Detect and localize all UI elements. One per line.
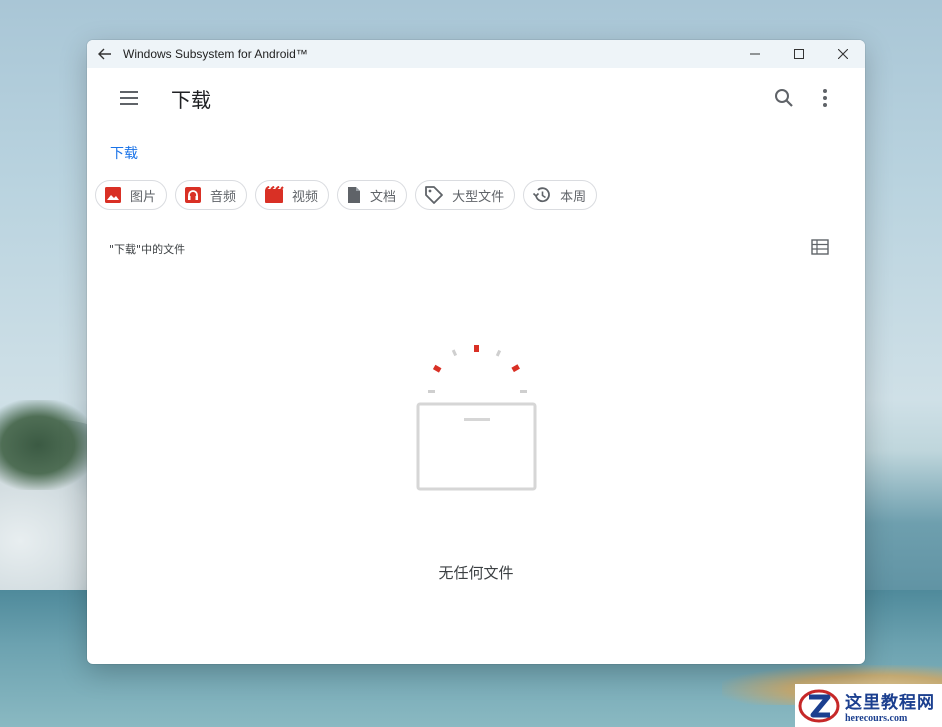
history-icon — [533, 187, 550, 203]
app-window: Windows Subsystem for Android™ 下载 下载 图片 — [87, 40, 865, 664]
page-title: 下载 — [171, 88, 211, 112]
watermark-logo-icon — [798, 689, 840, 722]
chip-label: 文档 — [370, 189, 397, 205]
desktop-trees — [0, 400, 95, 490]
section-title: "下载"中的文件 — [109, 243, 186, 256]
tag-icon — [425, 186, 443, 204]
headphones-icon — [185, 187, 202, 203]
chip-video[interactable]: 视频 — [255, 180, 330, 210]
movie-icon — [265, 186, 284, 203]
back-arrow-icon[interactable] — [87, 40, 123, 68]
breadcrumb[interactable]: 下载 — [110, 143, 138, 163]
chip-label: 音频 — [210, 189, 237, 205]
chip-images[interactable]: 图片 — [95, 180, 168, 210]
minimize-button[interactable] — [733, 40, 777, 68]
document-icon — [348, 187, 361, 203]
more-options-icon[interactable] — [815, 84, 835, 112]
chip-label: 视频 — [292, 189, 319, 205]
image-icon — [105, 187, 121, 203]
empty-state-message: 无任何文件 — [438, 564, 514, 582]
filter-chips: 图片 音频 视频 文档 大型文件 本周 — [95, 180, 598, 210]
chip-documents[interactable]: 文档 — [337, 180, 408, 210]
app-bar: 下载 — [87, 68, 865, 130]
chip-large-files[interactable]: 大型文件 — [415, 180, 516, 210]
chip-label: 图片 — [130, 189, 157, 205]
hamburger-menu-icon[interactable] — [115, 84, 143, 112]
watermark-url: herecours.com — [845, 712, 908, 724]
empty-folder-illustration — [416, 340, 540, 495]
chip-label: 本周 — [560, 189, 587, 205]
watermark-title: 这里教程网 — [845, 692, 935, 713]
maximize-button[interactable] — [777, 40, 821, 68]
search-icon[interactable] — [770, 84, 798, 112]
chip-label: 大型文件 — [452, 189, 505, 205]
close-button[interactable] — [821, 40, 865, 68]
chip-this-week[interactable]: 本周 — [523, 180, 598, 210]
watermark: 这里教程网 herecours.com — [795, 684, 942, 727]
title-bar: Windows Subsystem for Android™ — [87, 40, 865, 68]
chip-audio[interactable]: 音频 — [175, 180, 248, 210]
window-title: Windows Subsystem for Android™ — [123, 47, 308, 61]
list-view-icon[interactable] — [811, 239, 829, 255]
